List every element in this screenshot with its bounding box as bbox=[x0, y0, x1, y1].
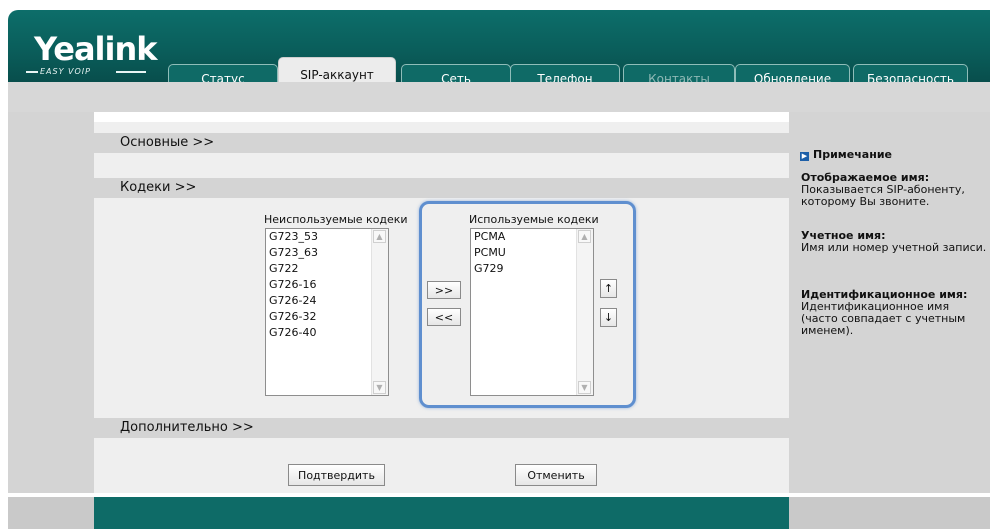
unused-codecs-title: Неиспользуемые кодеки bbox=[264, 213, 408, 226]
list-item[interactable]: G726-24 bbox=[266, 293, 388, 309]
note-auth-name: Идентификационное имя: Идентификационное… bbox=[801, 289, 987, 337]
list-item[interactable]: G723_53 bbox=[266, 229, 388, 245]
list-item[interactable]: G722 bbox=[266, 261, 388, 277]
confirm-button[interactable]: Подтвердить bbox=[288, 464, 385, 486]
logo-tagline: EASY VOIP bbox=[40, 67, 91, 76]
notes-header-label: Примечание bbox=[813, 148, 892, 161]
scrollbar[interactable]: ▲ ▼ bbox=[371, 229, 388, 395]
move-up-button[interactable]: ↑ bbox=[600, 279, 617, 298]
left-margin bbox=[8, 112, 94, 493]
list-item[interactable]: G726-40 bbox=[266, 325, 388, 341]
scroll-up-icon[interactable]: ▲ bbox=[373, 230, 386, 243]
footer-right-block bbox=[789, 497, 990, 529]
cancel-button[interactable]: Отменить bbox=[515, 464, 597, 486]
used-codecs-title: Используемые кодеки bbox=[469, 213, 599, 226]
list-item[interactable]: G726-32 bbox=[266, 309, 388, 325]
list-item[interactable]: G723_63 bbox=[266, 245, 388, 261]
list-item[interactable]: PCMU bbox=[471, 245, 593, 261]
used-codecs-list[interactable]: PCMA PCMU G729 ▲ ▼ bbox=[470, 228, 594, 396]
unused-codecs-list[interactable]: G723_53 G723_63 G722 G726-16 G726-24 G72… bbox=[265, 228, 389, 396]
move-down-button[interactable]: ↓ bbox=[600, 308, 617, 327]
scroll-down-icon[interactable]: ▼ bbox=[373, 381, 386, 394]
logo-decor bbox=[26, 71, 38, 73]
list-item[interactable]: G729 bbox=[471, 261, 593, 277]
sub-toolbar bbox=[8, 82, 990, 112]
note-display-name: Отображаемое имя: Показывается SIP-абоне… bbox=[801, 172, 987, 208]
notes-header: ▶ Примечание bbox=[800, 148, 892, 161]
note-text: Показывается SIP-абоненту, которому Вы з… bbox=[801, 183, 965, 208]
section-basic[interactable]: Основные >> bbox=[94, 133, 789, 153]
logo-decor bbox=[116, 71, 146, 73]
list-item[interactable]: G726-16 bbox=[266, 277, 388, 293]
yealink-logo: Yealink bbox=[34, 30, 158, 68]
note-text: Имя или номер учетной записи. bbox=[801, 241, 987, 254]
note-arrow-icon: ▶ bbox=[800, 152, 809, 161]
section-codecs[interactable]: Кодеки >> bbox=[94, 178, 789, 198]
note-text: Идентификационное имя (часто совпадает с… bbox=[801, 300, 966, 337]
list-item[interactable]: PCMA bbox=[471, 229, 593, 245]
scroll-down-icon[interactable]: ▼ bbox=[578, 381, 591, 394]
section-advanced[interactable]: Дополнительно >> bbox=[94, 418, 789, 438]
scrollbar[interactable]: ▲ ▼ bbox=[576, 229, 593, 395]
footer-left-block bbox=[8, 497, 94, 529]
note-account-name: Учетное имя: Имя или номер учетной запис… bbox=[801, 230, 987, 254]
scroll-up-icon[interactable]: ▲ bbox=[578, 230, 591, 243]
header-bar: Yealink EASY VOIP Статус SIP-аккаунт Сет… bbox=[8, 10, 990, 92]
